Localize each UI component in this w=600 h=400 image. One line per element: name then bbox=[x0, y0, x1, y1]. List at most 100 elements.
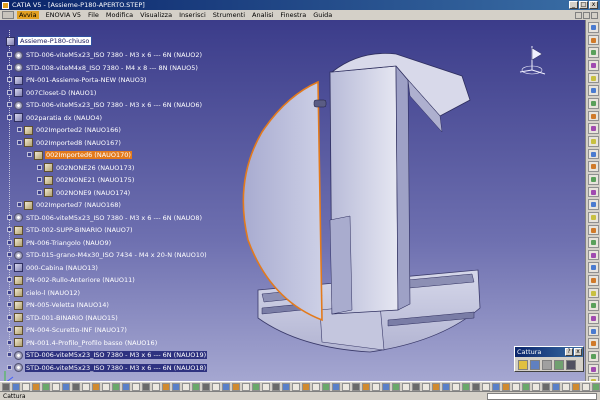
standard-tool-icon[interactable] bbox=[32, 382, 40, 391]
standard-tool-icon[interactable] bbox=[452, 382, 460, 391]
tree-root[interactable]: Assieme-P180-chiuso bbox=[6, 36, 93, 46]
command-input[interactable] bbox=[487, 392, 597, 400]
capture-pointer-icon[interactable] bbox=[518, 360, 528, 370]
standard-tool-icon[interactable] bbox=[522, 382, 530, 391]
expand-toggle-icon[interactable] bbox=[7, 327, 12, 332]
workbench-tool-icon[interactable] bbox=[587, 135, 599, 147]
standard-tool-icon[interactable] bbox=[182, 382, 190, 391]
expand-toggle-icon[interactable] bbox=[7, 302, 12, 307]
workbench-tool-icon[interactable] bbox=[587, 287, 599, 299]
standard-tool-icon[interactable] bbox=[362, 382, 370, 391]
workbench-tool-icon[interactable] bbox=[587, 186, 599, 198]
tree-node[interactable]: PN-002-Rullo-Anteriore (NAUO11) bbox=[7, 275, 136, 285]
menu-strumenti[interactable]: Strumenti bbox=[213, 11, 245, 19]
workbench-tool-icon[interactable] bbox=[587, 338, 599, 350]
standard-tool-icon[interactable] bbox=[92, 382, 100, 391]
expand-toggle-icon[interactable] bbox=[7, 277, 12, 282]
tree-node[interactable]: 002NONE9 (NAUO174) bbox=[37, 188, 131, 198]
standard-tool-icon[interactable] bbox=[12, 382, 20, 391]
standard-tool-icon[interactable] bbox=[572, 382, 580, 391]
standard-tool-icon[interactable] bbox=[142, 382, 150, 391]
standard-tool-icon[interactable] bbox=[112, 382, 120, 391]
tree-node[interactable]: STD-006-viteM5x23_ISO 7380 - M3 x 6 --- … bbox=[7, 363, 208, 373]
tree-node[interactable]: PN-001-Assieme-Porta-NEW (NAUO3) bbox=[7, 75, 148, 85]
workbench-tool-icon[interactable] bbox=[587, 123, 599, 134]
standard-tool-icon[interactable] bbox=[242, 382, 250, 391]
standard-tool-icon[interactable] bbox=[172, 382, 180, 391]
standard-tool-icon[interactable] bbox=[412, 382, 420, 391]
standard-tool-icon[interactable] bbox=[122, 382, 130, 391]
standard-tool-icon[interactable] bbox=[52, 382, 60, 391]
standard-tool-icon[interactable] bbox=[442, 382, 450, 391]
tree-node[interactable]: STD-015-grano-M4x30_ISO 7434 - M4 x 20-N… bbox=[7, 250, 208, 260]
standard-tool-icon[interactable] bbox=[532, 382, 540, 391]
tree-node[interactable]: 002paratia dx (NAUO4) bbox=[7, 113, 103, 123]
menu-modifica[interactable]: Modifica bbox=[106, 11, 133, 19]
catia-logo-icon[interactable] bbox=[2, 11, 14, 19]
close-button[interactable]: x bbox=[589, 1, 598, 9]
standard-tool-icon[interactable] bbox=[392, 382, 400, 391]
compass-icon[interactable] bbox=[512, 42, 552, 82]
expand-toggle-icon[interactable] bbox=[7, 352, 12, 357]
workbench-tool-icon[interactable] bbox=[587, 22, 599, 33]
standard-tool-icon[interactable] bbox=[222, 382, 230, 391]
tree-node[interactable]: PN-004-Scuretto-INF (NAUO17) bbox=[7, 325, 128, 335]
menu-analisi[interactable]: Analisi bbox=[252, 11, 273, 19]
tree-node[interactable]: STD-006-viteM5x23_ISO 7380 - M3 x 6 --- … bbox=[7, 350, 208, 360]
doc-restore-button[interactable] bbox=[583, 11, 590, 19]
workbench-tool-icon[interactable] bbox=[587, 199, 599, 210]
menu-visualizza[interactable]: Visualizza bbox=[140, 11, 172, 19]
workbench-tool-icon[interactable] bbox=[587, 262, 599, 274]
tree-node[interactable]: cielo-l (NAUO12) bbox=[7, 288, 81, 298]
standard-tool-icon[interactable] bbox=[342, 382, 350, 391]
tree-node[interactable]: 002Imported8 (NAUO167) bbox=[17, 138, 122, 148]
standard-tool-icon[interactable] bbox=[482, 382, 490, 391]
expand-toggle-icon[interactable] bbox=[7, 214, 12, 220]
expand-toggle-icon[interactable] bbox=[7, 89, 12, 95]
minimize-button[interactable]: _ bbox=[569, 1, 578, 9]
standard-tool-icon[interactable] bbox=[152, 382, 160, 391]
standard-tool-icon[interactable] bbox=[422, 382, 430, 391]
expand-toggle-icon[interactable] bbox=[7, 102, 12, 107]
tree-node[interactable]: PN-005-Veletta (NAUO14) bbox=[7, 300, 110, 310]
doc-close-button[interactable] bbox=[591, 11, 598, 19]
expand-toggle-icon[interactable] bbox=[17, 139, 22, 145]
workbench-tool-icon[interactable] bbox=[587, 351, 599, 362]
maximize-button[interactable]: □ bbox=[579, 1, 588, 9]
workbench-tool-icon[interactable] bbox=[587, 300, 599, 312]
standard-tool-icon[interactable] bbox=[372, 382, 380, 391]
tree-node[interactable]: STD-006-viteM5x23_ISO 7380 - M3 x 6 --- … bbox=[7, 100, 203, 110]
standard-tool-icon[interactable] bbox=[132, 382, 140, 391]
tree-node[interactable]: 002Imported6 (NAUO170) bbox=[27, 150, 132, 160]
workbench-tool-icon[interactable] bbox=[587, 85, 599, 96]
tree-node[interactable]: STD-008-viteM4x8_ISO 7380 - M4 x 8 --- 8… bbox=[7, 63, 199, 73]
tree-node[interactable]: STD-002-SUPP-BINARIO (NAUO7) bbox=[7, 225, 134, 235]
tree-node[interactable]: 007Closet-D (NAUO1) bbox=[7, 88, 97, 98]
standard-tool-icon[interactable] bbox=[562, 382, 570, 391]
standard-tool-icon[interactable] bbox=[502, 382, 510, 391]
cattura-dialog-titlebar[interactable]: Cattura ? x bbox=[515, 347, 583, 357]
expand-toggle-icon[interactable] bbox=[37, 177, 42, 182]
workbench-tool-icon[interactable] bbox=[587, 249, 599, 261]
tree-node[interactable]: 002NONE21 (NAUO175) bbox=[37, 175, 135, 185]
standard-tool-icon[interactable] bbox=[252, 382, 260, 391]
workbench-tool-icon[interactable] bbox=[587, 59, 599, 71]
standard-tool-icon[interactable] bbox=[322, 382, 330, 391]
standard-tool-icon[interactable] bbox=[292, 382, 300, 391]
expand-toggle-icon[interactable] bbox=[27, 152, 32, 157]
tree-node[interactable]: STD-006-viteM5x23_ISO 7380 - M3 x 6 --- … bbox=[7, 50, 203, 60]
tree-node[interactable]: 002Imported2 (NAUO166) bbox=[17, 125, 122, 135]
standard-tool-icon[interactable] bbox=[402, 382, 410, 391]
standard-tool-icon[interactable] bbox=[512, 382, 520, 391]
standard-tool-icon[interactable] bbox=[282, 382, 290, 391]
expand-toggle-icon[interactable] bbox=[7, 77, 12, 82]
menu-inserisci[interactable]: Inserisci bbox=[179, 11, 206, 19]
tree-node[interactable]: 000-Cabina (NAUO13) bbox=[7, 263, 99, 273]
standard-tool-icon[interactable] bbox=[62, 382, 70, 391]
tree-node[interactable]: PN-006-Triangolo (NAUO9) bbox=[7, 238, 112, 248]
capture-record-icon[interactable] bbox=[566, 360, 576, 370]
cattura-help-button[interactable]: ? bbox=[565, 348, 573, 356]
workbench-tool-icon[interactable] bbox=[587, 211, 599, 223]
workbench-tool-icon[interactable] bbox=[587, 47, 599, 58]
standard-tool-icon[interactable] bbox=[552, 382, 560, 391]
